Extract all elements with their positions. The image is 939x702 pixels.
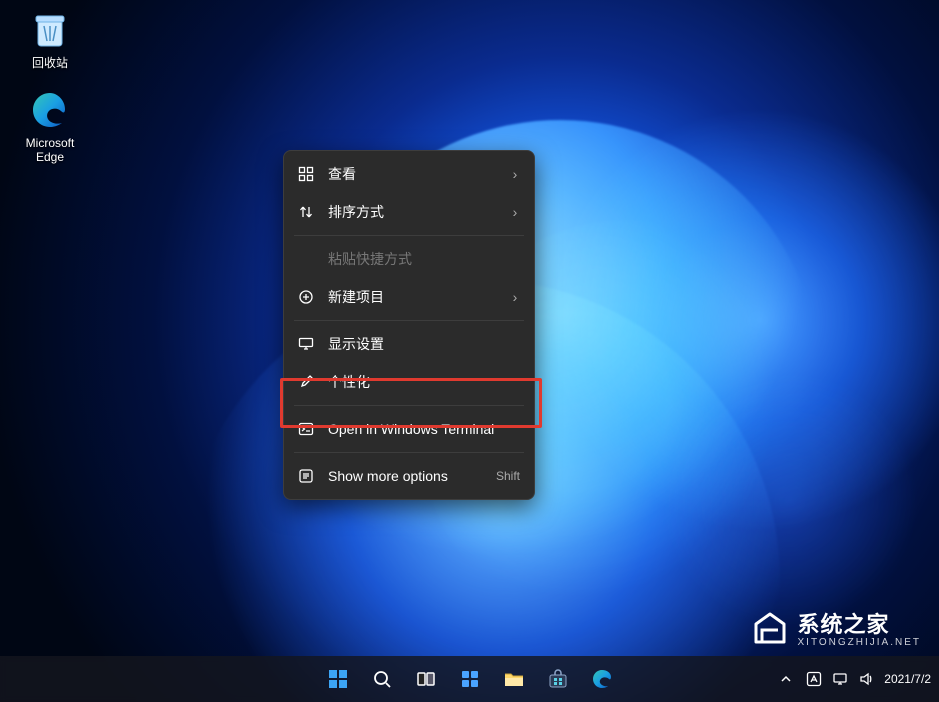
task-view-icon [415,668,437,690]
desktop-icon-label: Microsoft Edge [12,136,88,164]
watermark-subtext: XITONGZHIJIA.NET [798,637,922,648]
start-button[interactable] [319,660,357,698]
ctx-item-paste-shortcut: 粘贴快捷方式 [284,240,534,278]
tray-date: 2021/7/2 [884,672,931,686]
ctx-item-label: Show more options [328,468,482,484]
search-icon [372,669,392,689]
desktop-icon-microsoft-edge[interactable]: Microsoft Edge [12,88,88,164]
volume-icon[interactable] [858,671,874,687]
chevron-right-icon: › [510,289,520,305]
watermark: 系统之家 XITONGZHIJIA.NET [750,607,922,648]
ctx-item-sort[interactable]: 排序方式 › [284,193,534,231]
folder-icon [503,668,525,690]
ctx-separator [294,320,524,321]
store-icon [547,668,569,690]
ctx-item-label: 新建项目 [328,287,496,307]
widgets-button[interactable] [451,660,489,698]
file-explorer-button[interactable] [495,660,533,698]
desktop-context-menu: 查看 › 排序方式 › 粘贴快捷方式 新建项目 › 显示设置 [283,150,535,500]
terminal-icon [298,421,314,437]
ctx-item-show-more-options[interactable]: Show more options Shift [284,457,534,495]
ctx-separator [294,452,524,453]
ctx-item-new[interactable]: 新建项目 › [284,278,534,316]
taskbar-center [319,660,621,698]
ctx-item-label: 查看 [328,164,496,184]
chevron-up-icon [780,673,792,685]
widgets-icon [459,668,481,690]
ctx-separator [294,235,524,236]
edge-button[interactable] [583,660,621,698]
wallpaper-shape [640,350,939,650]
chevron-right-icon: › [510,204,520,220]
ctx-item-label: Open in Windows Terminal [328,421,520,437]
watermark-text: 系统之家 [798,612,890,637]
watermark-logo-icon [750,608,790,648]
edge-icon [591,668,613,690]
search-button[interactable] [363,660,401,698]
ctx-item-display-settings[interactable]: 显示设置 [284,325,534,363]
display-icon [298,336,314,352]
system-tray: 2021/7/2 [776,669,931,689]
sort-icon [298,204,314,220]
recycle-bin-icon [28,8,72,52]
more-options-icon [298,468,314,484]
desktop-icon-label: 回收站 [12,56,88,70]
ctx-separator [294,405,524,406]
grid-icon [298,166,314,182]
task-view-button[interactable] [407,660,445,698]
desktop-icon-recycle-bin[interactable]: 回收站 [12,8,88,70]
ctx-item-view[interactable]: 查看 › [284,155,534,193]
ctx-item-open-terminal[interactable]: Open in Windows Terminal [284,410,534,448]
ctx-item-accelerator: Shift [496,469,520,483]
ctx-item-label: 个性化 [328,372,520,392]
network-icon[interactable] [832,671,848,687]
desktop-icons: 回收站 Microsoft Edge [12,8,92,182]
ctx-item-personalize[interactable]: 个性化 [284,363,534,401]
windows-logo-icon [327,668,349,690]
paintbrush-icon [298,374,314,390]
ctx-item-label: 排序方式 [328,202,496,222]
tray-overflow-button[interactable] [776,669,796,689]
edge-icon [28,88,72,132]
chevron-right-icon: › [510,166,520,182]
microsoft-store-button[interactable] [539,660,577,698]
ctx-item-label: 粘贴快捷方式 [328,249,520,269]
plus-circle-icon [298,289,314,305]
blank-icon [298,251,314,267]
tray-datetime[interactable]: 2021/7/2 [884,672,931,686]
ctx-item-label: 显示设置 [328,334,520,354]
taskbar: 2021/7/2 [0,656,939,702]
ime-icon[interactable] [806,671,822,687]
